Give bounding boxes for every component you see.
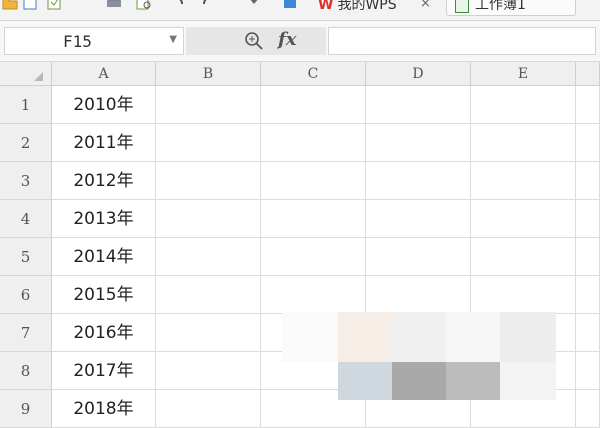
column-header-f[interactable]: [576, 62, 600, 86]
cell-f9[interactable]: [576, 390, 600, 428]
cell-a8[interactable]: 2017年: [52, 352, 156, 390]
row-header[interactable]: 7: [0, 314, 52, 352]
cell-d2[interactable]: [366, 124, 471, 162]
blur-block: [282, 312, 338, 362]
cell-b7[interactable]: [156, 314, 261, 352]
row-header[interactable]: 6: [0, 276, 52, 314]
close-icon[interactable]: ×: [420, 0, 431, 11]
row-header[interactable]: 4: [0, 200, 52, 238]
select-all-corner[interactable]: [0, 62, 52, 86]
cloud-icon[interactable]: [282, 0, 298, 10]
tab-book-label: 工作簿1: [475, 0, 526, 13]
formula-bar: F15 ▼ fx: [0, 21, 600, 62]
cell-a2[interactable]: 2011年: [52, 124, 156, 162]
cell-d6[interactable]: [366, 276, 471, 314]
wps-logo-icon: W: [318, 0, 334, 13]
cell-d4[interactable]: [366, 200, 471, 238]
cell-e2[interactable]: [471, 124, 576, 162]
cell-b4[interactable]: [156, 200, 261, 238]
formula-tools: fx: [186, 27, 326, 55]
redo-icon[interactable]: [200, 0, 216, 10]
cell-c5[interactable]: [261, 238, 366, 276]
row-header[interactable]: 1: [0, 86, 52, 124]
blur-block: [446, 312, 500, 362]
cell-f4[interactable]: [576, 200, 600, 238]
cell-f8[interactable]: [576, 352, 600, 390]
cell-e4[interactable]: [471, 200, 576, 238]
cell-f1[interactable]: [576, 86, 600, 124]
column-header-c[interactable]: C: [261, 62, 366, 86]
cell-e6[interactable]: [471, 276, 576, 314]
cell-c6[interactable]: [261, 276, 366, 314]
cell-reference: F15: [63, 32, 92, 51]
undo-icon[interactable]: [170, 0, 186, 10]
tab-wps-label: 我的WPS: [337, 0, 397, 13]
blur-block: [500, 312, 556, 362]
cell-d5[interactable]: [366, 238, 471, 276]
column-header-e[interactable]: E: [471, 62, 576, 86]
blur-block: [338, 312, 392, 362]
print-preview-icon[interactable]: [136, 0, 152, 10]
print-icon[interactable]: [106, 0, 122, 10]
cell-f2[interactable]: [576, 124, 600, 162]
customize-icon[interactable]: [246, 0, 262, 10]
cell-e5[interactable]: [471, 238, 576, 276]
column-header-d[interactable]: D: [366, 62, 471, 86]
row-header[interactable]: 5: [0, 238, 52, 276]
select-all-icon: [34, 72, 43, 81]
save-icon[interactable]: [22, 0, 38, 10]
cell-d3[interactable]: [366, 162, 471, 200]
blur-block: [392, 312, 446, 362]
row-header[interactable]: 3: [0, 162, 52, 200]
insert-function-button[interactable]: fx: [278, 29, 296, 50]
cell-b6[interactable]: [156, 276, 261, 314]
name-box[interactable]: F15 ▼: [4, 27, 184, 55]
cell-a1[interactable]: 2010年: [52, 86, 156, 124]
formula-input[interactable]: [328, 27, 596, 55]
cell-b1[interactable]: [156, 86, 261, 124]
chevron-down-icon[interactable]: ▼: [169, 34, 177, 45]
tab-workbook[interactable]: 工作簿1: [446, 0, 576, 16]
quick-access-toolbar: W 我的WPS × 工作簿1: [0, 0, 600, 21]
cell-f3[interactable]: [576, 162, 600, 200]
cell-a7[interactable]: 2016年: [52, 314, 156, 352]
blur-block: [446, 362, 500, 400]
cell-a9[interactable]: 2018年: [52, 390, 156, 428]
zoom-icon[interactable]: [244, 31, 264, 51]
column-header-b[interactable]: B: [156, 62, 261, 86]
cell-b8[interactable]: [156, 352, 261, 390]
cell-e3[interactable]: [471, 162, 576, 200]
cell-a4[interactable]: 2013年: [52, 200, 156, 238]
spreadsheet-icon: [455, 0, 469, 13]
export-icon[interactable]: [46, 0, 62, 10]
cell-a6[interactable]: 2015年: [52, 276, 156, 314]
blur-block: [338, 362, 392, 400]
open-folder-icon[interactable]: [2, 0, 18, 10]
row-header[interactable]: 9: [0, 390, 52, 428]
cell-d1[interactable]: [366, 86, 471, 124]
cell-c4[interactable]: [261, 200, 366, 238]
cell-f7[interactable]: [576, 314, 600, 352]
cell-c2[interactable]: [261, 124, 366, 162]
row-header[interactable]: 8: [0, 352, 52, 390]
cell-a3[interactable]: 2012年: [52, 162, 156, 200]
row-header[interactable]: 2: [0, 124, 52, 162]
cell-b2[interactable]: [156, 124, 261, 162]
column-header-a[interactable]: A: [52, 62, 156, 86]
cell-f5[interactable]: [576, 238, 600, 276]
cell-b3[interactable]: [156, 162, 261, 200]
cell-c1[interactable]: [261, 86, 366, 124]
cell-f6[interactable]: [576, 276, 600, 314]
cell-c3[interactable]: [261, 162, 366, 200]
cell-a5[interactable]: 2014年: [52, 238, 156, 276]
blur-block: [500, 362, 556, 400]
cell-b5[interactable]: [156, 238, 261, 276]
cell-e1[interactable]: [471, 86, 576, 124]
cell-b9[interactable]: [156, 390, 261, 428]
blur-block: [392, 362, 446, 400]
